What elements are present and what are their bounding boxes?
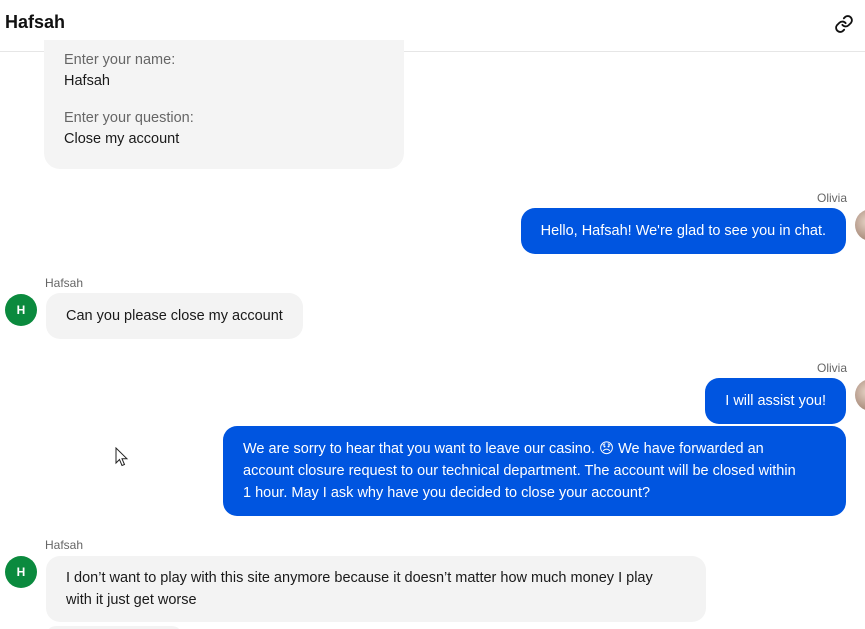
link-icon[interactable]: [834, 14, 854, 34]
message-line: We are sorry to hear that you want to le…: [243, 441, 764, 457]
operator-avatar: [855, 379, 865, 411]
operator-message: I will assist you!: [705, 378, 846, 424]
user-avatar: H: [5, 556, 37, 588]
chat-title: Hafsah: [5, 12, 66, 32]
name-label: Enter your name:: [64, 52, 176, 68]
operator-message: Hello, Hafsah! We're glad to see you in …: [520, 208, 846, 254]
user-message: I don’t want to play with this site anym…: [46, 556, 706, 622]
question-value: Close my account: [64, 131, 180, 147]
operator-sender-name: Olivia: [816, 361, 847, 375]
operator-sender-name: Olivia: [816, 191, 847, 205]
message-line: account closure request to our technical…: [243, 463, 796, 479]
user-sender-name: Hafsah: [45, 538, 84, 552]
name-value: Hafsah: [64, 73, 110, 89]
prechat-form-card: Enter your name: Hafsah Enter your quest…: [44, 40, 404, 169]
user-message: Can you please close my account: [46, 293, 303, 339]
mouse-cursor-icon: [115, 447, 129, 467]
operator-message: We are sorry to hear that you want to le…: [223, 426, 846, 516]
message-line: with it just get worse: [66, 592, 197, 608]
operator-avatar: [855, 209, 865, 241]
user-avatar: H: [5, 294, 37, 326]
user-sender-name: Hafsah: [45, 276, 84, 290]
question-label: Enter your question:: [64, 110, 194, 126]
message-line: 1 hour. May I ask why have you decided t…: [243, 485, 651, 501]
message-line: I don’t want to play with this site anym…: [66, 570, 653, 586]
